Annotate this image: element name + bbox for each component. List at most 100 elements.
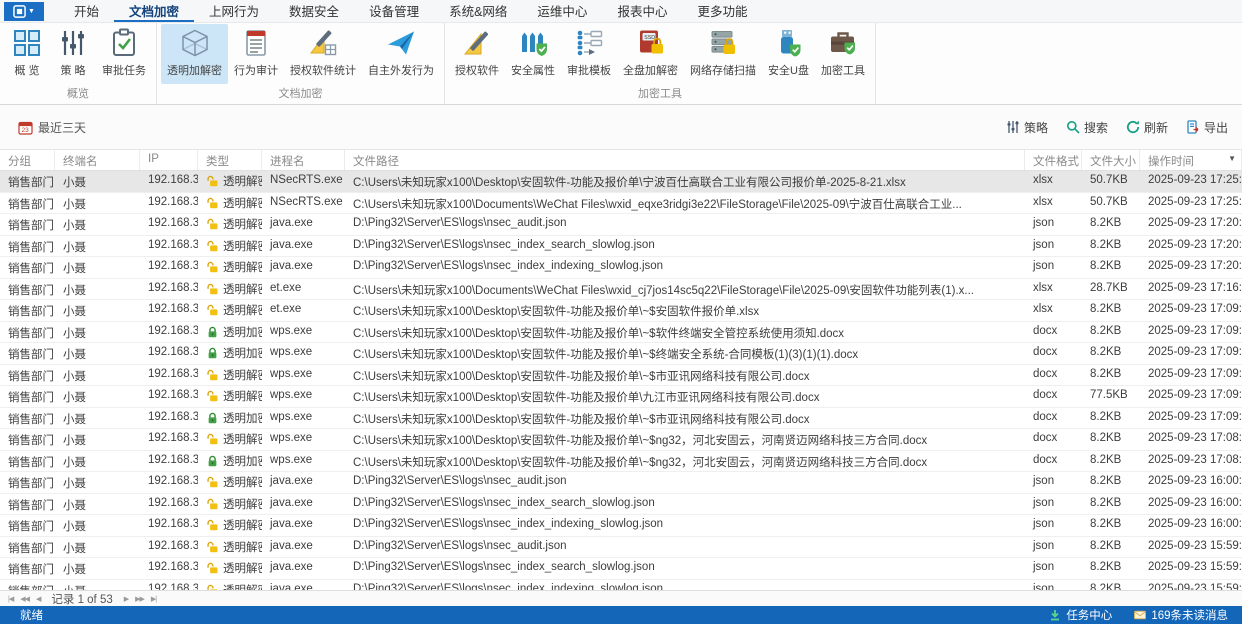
process-cell: java.exe [262,494,345,515]
toolbar-button-search[interactable]: 搜索 [1066,119,1108,136]
ribbon-button-policy-sliders[interactable]: 策 略 [50,24,96,84]
toolbar-button-sliders[interactable]: 策略 [1006,119,1048,136]
ribbon-button-paper-plane[interactable]: 自主外发行为 [362,24,440,84]
path-cell: D:\Ping32\Server\ES\logs\nsec_index_inde… [345,257,1025,278]
last-page-icon[interactable]: ▶| [151,595,156,603]
tab-4[interactable]: 设备管理 [354,0,434,22]
terminal-cell: 小聂 [55,236,140,257]
unread-messages-button[interactable]: 169条未读消息 [1134,607,1228,623]
date-range-filter[interactable]: 23 最近三天 [18,119,86,136]
path-cell: D:\Ping32\Server\ES\logs\nsec_index_sear… [345,236,1025,257]
column-header-8[interactable]: 操作时间 [1140,150,1242,170]
ribbon-button-ssd-lock[interactable]: SSD全盘加解密 [617,24,684,84]
tab-3[interactable]: 数据安全 [274,0,354,22]
ribbon-group-label: 文档加密 [161,84,440,104]
table-row[interactable]: 销售部门小聂192.168.31.27透明解密java.exeD:\Ping32… [0,580,1242,591]
path-cell: D:\Ping32\Server\ES\logs\nsec_audit.json [345,214,1025,235]
path-cell: D:\Ping32\Server\ES\logs\nsec_audit.json [345,472,1025,493]
table-row[interactable]: 销售部门小聂192.168.31.27透明解密java.exeD:\Ping32… [0,515,1242,537]
filter-bar: 23 最近三天 策略 搜索 刷新 导出 [0,105,1242,150]
ribbon-button-stats-ruler-pencil[interactable]: 授权软件统计 [284,24,362,84]
ribbon-button-label: 全盘加解密 [623,62,678,78]
next-fast-icon[interactable]: ▶▶ [135,595,144,603]
table-row[interactable]: 销售部门小聂192.168.31.27透明加密wps.exeC:\Users\未… [0,408,1242,430]
process-cell: java.exe [262,236,345,257]
table-row[interactable]: 销售部门小聂192.168.31.27透明解密java.exeD:\Ping32… [0,257,1242,279]
tab-8[interactable]: 更多功能 [682,0,762,22]
column-header-7[interactable]: 文件大小 [1082,150,1140,170]
column-header-2[interactable]: IP [140,150,198,170]
group-cell: 销售部门 [0,537,55,558]
process-cell: NSecRTS.exe [262,171,345,192]
ribbon-button-transparent-cube[interactable]: 透明加解密 [161,24,228,84]
time-cell: 2025-09-23 17:20:34 [1140,236,1242,257]
table-row[interactable]: 销售部门小聂192.168.31.27透明加密wps.exeC:\Users\未… [0,343,1242,365]
table-row[interactable]: 销售部门小聂192.168.31.27透明解密wps.exeC:\Users\未… [0,386,1242,408]
size-cell: 8.2KB [1082,236,1140,257]
time-cell: 2025-09-23 15:59:49 [1140,558,1242,579]
tab-2[interactable]: 上网行为 [194,0,274,22]
ip-cell: 192.168.31.27 [140,214,198,235]
table-row[interactable]: 销售部门小聂192.168.31.27透明加密wps.exeC:\Users\未… [0,451,1242,473]
column-menu-icon[interactable]: ▼ [1228,154,1236,163]
tab-0[interactable]: 开始 [59,0,114,22]
size-cell: 28.7KB [1082,279,1140,300]
ip-cell: 192.168.31.27 [140,558,198,579]
ribbon-button-ruler-pencil[interactable]: 授权软件 [449,24,505,84]
ribbon-button-overview-grid[interactable]: 概 览 [4,24,50,84]
task-center-label: 任务中心 [1066,607,1112,623]
download-arrow-icon [1049,609,1061,621]
table-row[interactable]: 销售部门小聂192.168.31.27透明解密java.exeD:\Ping32… [0,537,1242,559]
ribbon-button-flow-template[interactable]: 审批模板 [561,24,617,84]
path-cell: C:\Users\未知玩家x100\Documents\WeChat Files… [345,279,1025,300]
table-row[interactable]: 销售部门小聂192.168.31.27透明解密et.exeC:\Users\未知… [0,300,1242,322]
column-header-3[interactable]: 类型 [198,150,262,170]
ribbon-button-label: 透明加解密 [167,62,222,78]
ribbon-button-usb-shield[interactable]: 安全U盘 [762,24,815,84]
table-row[interactable]: 销售部门小聂192.168.31.27透明解密java.exeD:\Ping32… [0,494,1242,516]
first-page-icon[interactable]: |◀ [8,595,13,603]
column-header-0[interactable]: 分组 [0,150,55,170]
ribbon-button-approval-clipboard[interactable]: 审批任务 [96,24,152,84]
ribbon-button-toolbox-shield[interactable]: 加密工具 [815,24,871,84]
next-page-icon[interactable]: ▶ [124,595,128,603]
toolbar-button-export[interactable]: 导出 [1186,119,1228,136]
ribbon-button-fence-shield[interactable]: 安全属性 [505,24,561,84]
tab-1[interactable]: 文档加密 [114,0,194,22]
ribbon-button-audit-list[interactable]: 行为审计 [228,24,284,84]
group-cell: 销售部门 [0,451,55,472]
group-cell: 销售部门 [0,558,55,579]
task-center-button[interactable]: 任务中心 [1049,607,1112,623]
toolbar-button-refresh[interactable]: 刷新 [1126,119,1168,136]
table-row[interactable]: 销售部门小聂192.168.31.27透明解密wps.exeC:\Users\未… [0,429,1242,451]
type-label: 透明解密 [223,431,262,447]
app-menu-button[interactable]: ▼ [4,2,44,21]
column-header-6[interactable]: 文件格式 [1025,150,1082,170]
ribbon-button-server-lock[interactable]: 网络存储扫描 [684,24,762,84]
table-row[interactable]: 销售部门小聂192.168.31.27透明解密java.exeD:\Ping32… [0,236,1242,258]
tab-7[interactable]: 报表中心 [602,0,682,22]
format-cell: json [1025,257,1082,278]
type-cell: 透明解密 [198,193,262,214]
table-row[interactable]: 销售部门小聂192.168.31.27透明解密et.exeC:\Users\未知… [0,279,1242,301]
column-header-4[interactable]: 进程名 [262,150,345,170]
table-row[interactable]: 销售部门小聂192.168.31.27透明解密java.exeD:\Ping32… [0,214,1242,236]
prev-fast-icon[interactable]: ◀◀ [20,595,29,603]
column-header-1[interactable]: 终端名 [55,150,140,170]
group-cell: 销售部门 [0,365,55,386]
toolbar-button-label: 刷新 [1144,119,1168,136]
lock-open-icon [206,304,219,316]
format-cell: docx [1025,451,1082,472]
table-row[interactable]: 销售部门小聂192.168.31.27透明解密NSecRTS.exeC:\Use… [0,193,1242,215]
table-row[interactable]: 销售部门小聂192.168.31.27透明加密wps.exeC:\Users\未… [0,322,1242,344]
table-row[interactable]: 销售部门小聂192.168.31.27透明解密java.exeD:\Ping32… [0,558,1242,580]
ip-cell: 192.168.31.27 [140,451,198,472]
prev-page-icon[interactable]: ◀ [36,595,40,603]
column-header-5[interactable]: 文件路径 [345,150,1025,170]
table-row[interactable]: 销售部门小聂192.168.31.27透明解密wps.exeC:\Users\未… [0,365,1242,387]
tab-6[interactable]: 运维中心 [522,0,602,22]
tab-5[interactable]: 系统&网络 [434,0,522,22]
table-row[interactable]: 销售部门小聂192.168.31.27透明解密NSecRTS.exeC:\Use… [0,171,1242,193]
table-row[interactable]: 销售部门小聂192.168.31.27透明解密java.exeD:\Ping32… [0,472,1242,494]
process-cell: wps.exe [262,451,345,472]
